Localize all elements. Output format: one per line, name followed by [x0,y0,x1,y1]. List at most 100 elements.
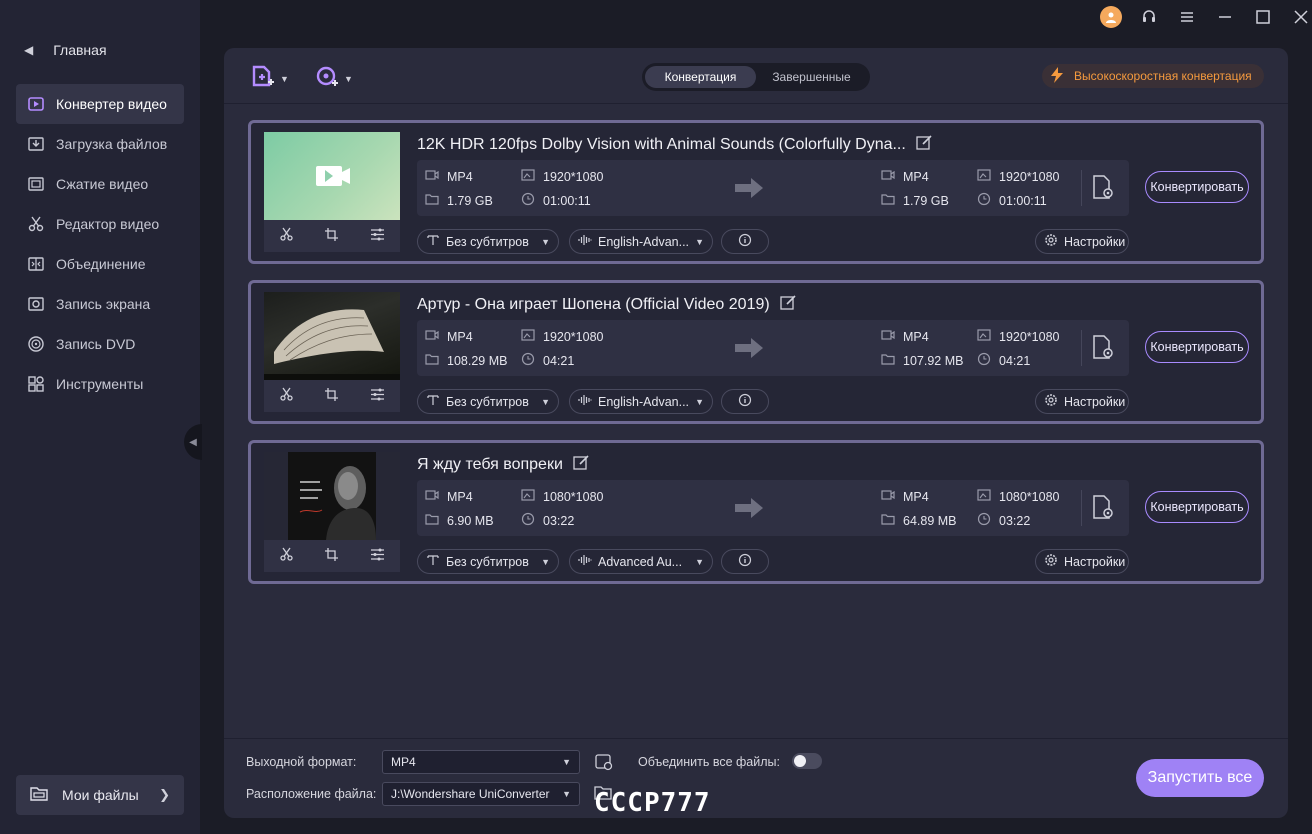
subtitle-value: Без субтитров [446,234,529,249]
trim-scissors-icon[interactable] [279,227,294,245]
settings-button[interactable]: Настройки [1035,229,1129,254]
sidebar-item-label: Объединение [56,256,146,272]
output-settings-icon[interactable] [1091,174,1117,205]
subtitle-icon [426,393,440,410]
output-format-value: MP4 [391,755,416,769]
tab-converting[interactable]: Конвертация [645,66,756,88]
target-duration-value: 01:00:11 [999,193,1047,208]
merge-files-toggle[interactable] [792,753,822,769]
minimize-icon[interactable] [1214,6,1236,28]
source-resolution: 1080*1080 [521,488,603,505]
video-icon [881,328,895,345]
info-icon [738,553,752,570]
crop-icon[interactable] [324,547,339,565]
output-format-select[interactable]: MP4 ▼ [382,750,580,774]
tab-finished[interactable]: Завершенные [756,66,867,88]
clock-icon [977,352,991,369]
video-thumbnail[interactable] [264,452,400,540]
chevron-down-icon: ▼ [562,757,571,767]
trim-scissors-icon[interactable] [279,547,294,565]
trim-scissors-icon[interactable] [279,387,294,405]
effects-sliders-icon[interactable] [370,227,385,245]
close-icon[interactable] [1290,6,1312,28]
edit-title-icon[interactable] [916,134,933,156]
crop-icon[interactable] [324,387,339,405]
effects-sliders-icon[interactable] [370,387,385,405]
convert-button[interactable]: Конвертировать [1145,171,1249,203]
resolution-icon [977,328,991,345]
maximize-icon[interactable] [1252,6,1274,28]
thumbnail-tools [264,540,400,572]
source-size-value: 1.79 GB [447,193,493,208]
arrow-right-icon [733,496,765,523]
support-headset-icon[interactable] [1138,6,1160,28]
avatar[interactable] [1100,6,1122,28]
chevron-down-icon: ▼ [344,73,353,84]
sidebar-item-editor[interactable]: Редактор видео [16,204,184,244]
clock-icon [521,512,535,529]
sidebar-item-merger[interactable]: Объединение [16,244,184,284]
file-location-value: J:\Wondershare UniConverter [391,787,550,801]
crop-icon[interactable] [324,227,339,245]
info-button[interactable] [721,389,769,414]
home-link[interactable]: ◀ Главная [24,42,107,58]
sidebar-item-dvd-burner[interactable]: Запись DVD [16,324,184,364]
convert-button[interactable]: Конвертировать [1145,331,1249,363]
video-thumbnail[interactable] [264,132,400,220]
audio-track-select[interactable]: English-Advan... ▼ [569,229,713,254]
sidebar-item-label: Запись DVD [56,336,136,352]
source-format: MP4 [425,168,473,185]
settings-button[interactable]: Настройки [1035,549,1129,574]
settings-button[interactable]: Настройки [1035,389,1129,414]
sidebar-item-toolbox[interactable]: Инструменты [16,364,184,404]
format-settings-icon[interactable] [594,752,614,775]
clock-icon [521,192,535,209]
target-resolution-value: 1080*1080 [999,489,1060,504]
add-files-button[interactable]: ▼ [250,64,289,93]
source-size-value: 108.29 MB [447,353,508,368]
sidebar-item-video-converter[interactable]: Конвертер видео [16,84,184,124]
subtitle-select[interactable]: Без субтитров ▼ [417,229,559,254]
toolbox-icon [26,374,46,394]
sidebar-item-compressor[interactable]: Сжатие видео [16,164,184,204]
resolution-icon [521,168,535,185]
audio-track-select[interactable]: Advanced Au... ▼ [569,549,713,574]
conversion-info: MP4 1080*1080 6.90 MB 03:22 MP4 1080*108… [417,480,1129,536]
output-settings-icon[interactable] [1091,334,1117,365]
source-resolution-value: 1920*1080 [543,169,604,184]
output-settings-icon[interactable] [1091,494,1117,525]
start-all-button[interactable]: Запустить все [1136,759,1264,797]
effects-sliders-icon[interactable] [370,547,385,565]
high-speed-conversion-button[interactable]: Высокоскоростная конвертация [1042,64,1264,88]
video-thumbnail[interactable] [264,292,400,380]
info-button[interactable] [721,549,769,574]
conversion-info: MP4 1920*1080 1.79 GB 01:00:11 MP4 1920*… [417,160,1129,216]
file-title: Я жду тебя вопреки [417,454,590,476]
my-files-button[interactable]: Мои файлы ❯ [16,775,184,815]
source-format-value: MP4 [447,169,473,184]
target-size-value: 1.79 GB [903,193,949,208]
source-format-value: MP4 [447,489,473,504]
subtitle-select[interactable]: Без субтитров ▼ [417,549,559,574]
file-location-select[interactable]: J:\Wondershare UniConverter ▼ [382,782,580,806]
info-icon [738,393,752,410]
convert-button[interactable]: Конвертировать [1145,491,1249,523]
sidebar-item-label: Инструменты [56,376,144,392]
gear-icon [1044,233,1058,250]
sidebar-item-label: Запись экрана [56,296,151,312]
edit-title-icon[interactable] [780,294,797,316]
menu-icon[interactable] [1176,6,1198,28]
audio-track-select[interactable]: English-Advan... ▼ [569,389,713,414]
add-from-device-button[interactable]: ▼ [314,64,353,93]
subtitle-select[interactable]: Без субтитров ▼ [417,389,559,414]
info-button[interactable] [721,229,769,254]
folder-icon [425,192,439,209]
target-format: MP4 [881,328,929,345]
thumbnail-tools [264,220,400,252]
sidebar-item-screen-recorder[interactable]: Запись экрана [16,284,184,324]
edit-title-icon[interactable] [573,454,590,476]
sidebar-item-downloader[interactable]: Загрузка файлов [16,124,184,164]
audio-track-value: English-Advan... [598,394,690,409]
folder-icon [425,512,439,529]
audio-wave-icon [578,393,592,410]
